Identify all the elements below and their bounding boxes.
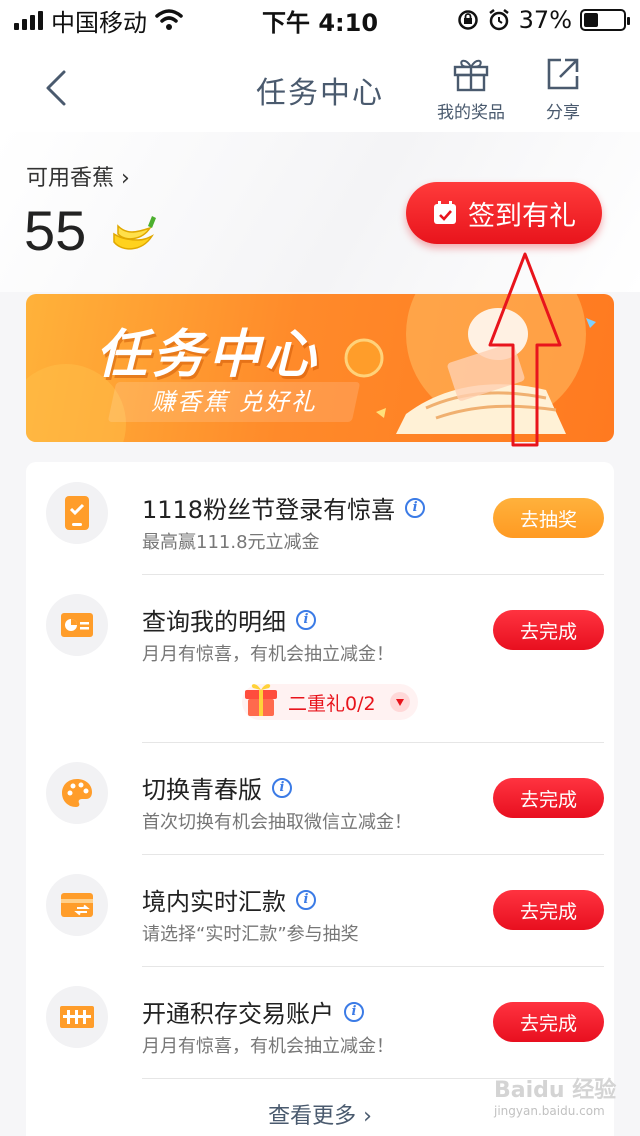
info-icon[interactable]: i [272,777,292,798]
task-icon-wrap [46,874,108,936]
divider [142,854,604,855]
complete-button[interactable]: 去完成 [493,1002,604,1042]
task-item: 境内实时汇款 i 请选择“实时汇款”参与抽奖 去完成 [26,874,614,984]
task-item: 切换青春版 i 首次切换有机会抽取微信立减金！ 去完成 [26,762,614,872]
bonus-progress-badge[interactable]: 二重礼0/2 [242,684,418,720]
sign-in-button[interactable]: 签到有礼 [406,182,602,244]
task-item: 1118粉丝节登录有惊喜 i 最高赢111.8元立减金 去抽奖 [26,482,614,592]
share-icon [547,58,579,90]
task-subtitle: 月月有惊喜，有机会抽立减金！ [142,644,394,665]
watermark: Baidu 经验 jingyan.baidu.com [494,1072,624,1130]
my-prizes-label: 我的奖品 [437,103,505,123]
complete-button[interactable]: 去完成 [493,890,604,930]
task-icon-wrap [46,594,108,656]
task-icon-wrap [46,986,108,1048]
info-icon[interactable]: i [344,1001,364,1022]
chevron-right-icon: › [121,166,130,191]
palette-icon [62,779,92,807]
rotation-lock-icon [457,10,478,30]
banner-title: 任务中心 [96,325,321,385]
battery-icon [580,9,630,31]
annotation-arrow [488,252,562,447]
sign-in-label: 签到有礼 [468,200,576,232]
calendar-check-icon [434,201,456,224]
gift-icon [453,59,489,92]
bonus-label: 二重礼0/2 [288,692,376,715]
task-subtitle: 月月有惊喜，有机会抽立减金！ [142,1036,394,1057]
task-icon-wrap [46,762,108,824]
chevron-right-icon: › [363,1104,372,1129]
watermark-main: Baidu 经验 [494,1078,617,1103]
battery-percent: 37% [518,6,572,34]
task-title: 1118粉丝节登录有惊喜 [142,496,396,524]
watermark-sub: jingyan.baidu.com [494,1104,605,1118]
gold-bars-icon [60,1006,94,1028]
status-left: 中国移动 [14,3,183,38]
phone-check-icon [65,496,89,530]
divider [142,742,604,743]
wifi-icon [155,9,183,30]
signal-icon [14,10,43,30]
chevron-down-icon [390,692,410,712]
balance-link[interactable]: 可用香蕉 › [26,160,130,192]
task-title: 切换青春版 [142,776,262,804]
task-title-row: 切换青春版 i [142,770,292,805]
draw-button[interactable]: 去抽奖 [493,498,604,538]
complete-button[interactable]: 去完成 [493,778,604,818]
balance-value: 55 [24,199,87,262]
share-label: 分享 [546,103,580,123]
divider [142,966,604,967]
info-icon[interactable]: i [296,889,316,910]
task-title-row: 境内实时汇款 i [142,882,316,917]
status-right: 37% [457,6,630,34]
balance-label: 可用香蕉 [26,166,115,191]
task-title-row: 查询我的明细 i [142,602,316,637]
status-bar: 中国移动 下午 4:10 37% [0,0,640,40]
task-subtitle: 首次切换有机会抽取微信立减金！ [142,812,412,833]
task-title: 境内实时汇款 [142,888,286,916]
divider [142,574,604,575]
task-subtitle: 请选择“实时汇款”参与抽奖 [142,924,359,945]
banner-subtitle: 赚香蕉 兑好礼 [151,388,317,416]
battery-level [584,13,599,27]
task-list: 1118粉丝节登录有惊喜 i 最高赢111.8元立减金 去抽奖 查询我的明细 i… [26,462,614,1136]
complete-button[interactable]: 去完成 [493,610,604,650]
nav-bar: 任务中心 我的奖品 分享 [0,40,640,132]
red-gift-icon [245,684,277,716]
task-subtitle: 最高赢111.8元立减金 [142,532,320,553]
alarm-icon [488,9,509,31]
my-prizes-button[interactable]: 我的奖品 [426,56,516,123]
share-button[interactable]: 分享 [518,56,608,123]
info-icon[interactable]: i [296,609,316,630]
banana-icon [113,216,156,250]
statement-icon [61,613,93,637]
task-title-row: 1118粉丝节登录有惊喜 i [142,490,426,525]
task-title-row: 开通积存交易账户 i [142,994,364,1029]
carrier-label: 中国移动 [51,8,147,37]
info-icon[interactable]: i [405,497,426,518]
transfer-card-icon [61,893,93,917]
task-item: 查询我的明细 i 月月有惊喜，有机会抽立减金！ 去完成 [26,594,614,744]
task-title: 开通积存交易账户 [142,1000,334,1028]
banner-subtitle-box: 赚香蕉 兑好礼 [107,382,361,422]
task-title: 查询我的明细 [142,608,286,636]
view-more-label: 查看更多 [268,1104,357,1129]
task-icon-wrap [46,482,108,544]
